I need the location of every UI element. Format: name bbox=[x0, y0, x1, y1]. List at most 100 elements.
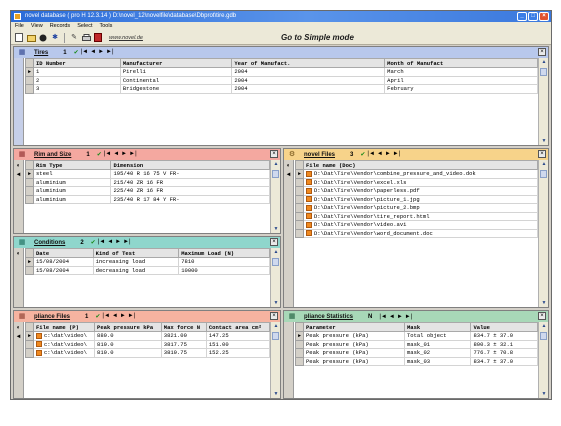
table-row[interactable]: D:\Dat\Tire\Vendor\video.avi bbox=[295, 220, 538, 230]
table-cell[interactable]: 215/40 ZR 16 FR bbox=[110, 177, 270, 187]
minimize-button[interactable]: _ bbox=[517, 12, 527, 21]
table-row[interactable]: D:\Dat\Tire\Vendor\word_document.doc bbox=[295, 228, 538, 238]
table-cell[interactable]: 3810.75 bbox=[160, 348, 207, 358]
table-row[interactable]: aluminium 215/40 ZR 16 FR bbox=[25, 177, 270, 187]
table-cell[interactable]: D:\Dat\Tire\Vendor\excel.xls bbox=[303, 177, 538, 187]
column-header[interactable]: File name (Doc) bbox=[303, 160, 538, 170]
table-cell[interactable]: Continental bbox=[119, 75, 233, 85]
column-header[interactable]: ID Number bbox=[33, 58, 121, 68]
column-header[interactable]: Manufacturer bbox=[119, 58, 233, 68]
table-row[interactable]: Peak pressure (kPa) mask_01 800.3 ± 32.1 bbox=[295, 339, 538, 349]
panel-close-icon[interactable]: × bbox=[538, 150, 546, 158]
column-header[interactable]: Peak pressure kPa bbox=[94, 322, 162, 332]
table-cell[interactable]: Total object bbox=[403, 331, 472, 341]
column-header[interactable]: Maximum Load (N) bbox=[178, 248, 270, 258]
prev-record-icon[interactable]: ◄ bbox=[112, 313, 118, 320]
close-button[interactable]: × bbox=[539, 12, 549, 21]
table-row[interactable]: 2 Continental 2004 April bbox=[25, 75, 538, 85]
rim-panel-title[interactable]: Rim and Size bbox=[34, 152, 71, 158]
vertical-scrollbar[interactable]: ▲ ▼ bbox=[270, 322, 280, 398]
pliance-files-panel-title[interactable]: pliance Files bbox=[34, 314, 70, 320]
last-record-icon[interactable]: ►| bbox=[128, 313, 136, 320]
table-cell[interactable]: 15/08/2004 bbox=[33, 257, 94, 267]
table-cell[interactable]: 147.25 bbox=[205, 331, 270, 341]
table-cell[interactable]: D:\Dat\Tire\Vendor\paperless.pdf bbox=[303, 186, 538, 196]
table-cell[interactable]: c:\dat\video\ bbox=[32, 348, 96, 358]
table-cell[interactable]: mask_03 bbox=[403, 356, 472, 366]
prev-record-icon[interactable]: ◄ bbox=[389, 314, 395, 320]
menu-tools[interactable]: Tools bbox=[99, 22, 112, 31]
link-icon[interactable]: ◐ bbox=[17, 325, 21, 331]
column-header[interactable]: Kind of Test bbox=[92, 248, 180, 258]
first-record-icon[interactable]: |◄ bbox=[379, 314, 387, 320]
table-cell[interactable]: February bbox=[384, 84, 538, 94]
column-header[interactable]: Contact area cm² bbox=[205, 322, 270, 332]
table-cell[interactable]: 151.00 bbox=[205, 339, 270, 349]
first-record-icon[interactable]: |◄ bbox=[98, 239, 106, 246]
table-cell[interactable]: mask_02 bbox=[403, 348, 472, 358]
table-cell[interactable]: decreasing load bbox=[92, 265, 180, 275]
column-header[interactable]: Dimension bbox=[110, 160, 270, 170]
table-cell[interactable]: April bbox=[384, 75, 538, 85]
table-cell[interactable]: D:\Dat\Tire\Vendor\combine_pressure_and_… bbox=[303, 169, 538, 179]
table-cell[interactable]: Peak pressure (kPa) bbox=[303, 356, 405, 366]
files-panel-title[interactable]: novel Files bbox=[304, 152, 335, 158]
table-row[interactable]: 15/08/2004 decreasing load 10000 bbox=[25, 265, 270, 275]
column-header[interactable]: Mask bbox=[403, 322, 472, 332]
table-cell[interactable]: D:\Dat\Tire\Vendor\picture_1.jpg bbox=[303, 194, 538, 204]
prev-record-icon[interactable]: ◄ bbox=[377, 151, 383, 158]
table-cell[interactable]: 2004 bbox=[231, 75, 386, 85]
menu-records[interactable]: Records bbox=[50, 22, 70, 31]
next-record-icon[interactable]: ► bbox=[121, 151, 127, 158]
table-row[interactable]: ► 1 Pirelli 2004 March bbox=[25, 67, 538, 77]
last-record-icon[interactable]: ►| bbox=[393, 151, 401, 158]
arrow-icon[interactable]: ◄ bbox=[16, 334, 22, 340]
table-cell[interactable]: Peak pressure (kPa) bbox=[303, 348, 405, 358]
first-record-icon[interactable]: |◄ bbox=[104, 151, 112, 158]
panel-close-icon[interactable]: × bbox=[538, 312, 546, 320]
menu-select[interactable]: Select bbox=[77, 22, 92, 31]
open-icon[interactable] bbox=[26, 33, 36, 43]
check-icon[interactable]: ✔ bbox=[74, 49, 79, 56]
prev-record-icon[interactable]: ◄ bbox=[90, 49, 96, 56]
simple-mode-button[interactable]: Go to Simple mode bbox=[281, 33, 354, 42]
table-cell[interactable]: mask_01 bbox=[403, 339, 472, 349]
table-row[interactable]: Peak pressure (kPa) mask_03 834.7 ± 37.0 bbox=[295, 356, 538, 366]
column-header[interactable]: File name (P) bbox=[32, 322, 96, 332]
exit-icon[interactable] bbox=[93, 33, 103, 43]
table-row[interactable]: c:\dat\video\ 810.0 3810.75 152.25 bbox=[25, 348, 270, 358]
table-cell[interactable]: 810.0 bbox=[94, 339, 162, 349]
new-icon[interactable] bbox=[14, 33, 24, 43]
table-row[interactable]: aluminium 235/40 R 17 84 Y FR- bbox=[25, 194, 270, 204]
table-cell[interactable]: Pirelli bbox=[119, 67, 233, 77]
table-row[interactable]: c:\dat\video\ 810.0 3817.75 151.00 bbox=[25, 339, 270, 349]
table-cell[interactable]: Peak pressure (kPa) bbox=[303, 339, 405, 349]
table-cell[interactable]: 3821.00 bbox=[160, 331, 207, 341]
first-record-icon[interactable]: |◄ bbox=[102, 313, 110, 320]
table-cell[interactable]: 15/08/2004 bbox=[33, 265, 94, 275]
pliance-statistics-panel-title[interactable]: pliance Statistics bbox=[304, 314, 353, 320]
arrow-icon[interactable]: ◄ bbox=[16, 172, 22, 178]
table-cell[interactable]: 880.0 bbox=[94, 331, 162, 341]
table-cell[interactable]: c:\dat\video\ bbox=[32, 339, 96, 349]
table-row[interactable]: Peak pressure (kPa) mask_02 776.7 ± 70.8 bbox=[295, 348, 538, 358]
check-icon[interactable]: ✔ bbox=[360, 151, 365, 158]
last-record-icon[interactable]: ►| bbox=[106, 49, 114, 56]
table-row[interactable]: ► D:\Dat\Tire\Vendor\combine_pressure_and… bbox=[295, 169, 538, 179]
arrow-icon[interactable]: ◄ bbox=[286, 172, 292, 178]
check-icon[interactable]: ✔ bbox=[91, 239, 96, 246]
check-icon[interactable]: ✔ bbox=[97, 151, 102, 158]
last-record-icon[interactable]: ►| bbox=[405, 314, 413, 320]
next-record-icon[interactable]: ► bbox=[115, 239, 121, 246]
table-cell[interactable]: March bbox=[384, 67, 538, 77]
table-row[interactable]: D:\Dat\Tire\Vendor\picture_1.jpg bbox=[295, 194, 538, 204]
column-header[interactable]: Year of Manufact. bbox=[231, 58, 386, 68]
table-row[interactable]: ► Peak pressure (kPa) Total object 834.7… bbox=[295, 331, 538, 341]
table-row[interactable]: D:\Dat\Tire\Vendor\paperless.pdf bbox=[295, 186, 538, 196]
tires-panel-title[interactable]: Tires bbox=[34, 50, 48, 56]
table-cell[interactable]: 2 bbox=[33, 75, 121, 85]
table-cell[interactable]: D:\Dat\Tire\Vendor\word_document.doc bbox=[303, 228, 538, 238]
table-cell[interactable]: 225/40 ZR 16 FR bbox=[110, 186, 270, 196]
column-header[interactable]: Max force N bbox=[160, 322, 207, 332]
column-header[interactable]: Value bbox=[470, 322, 538, 332]
